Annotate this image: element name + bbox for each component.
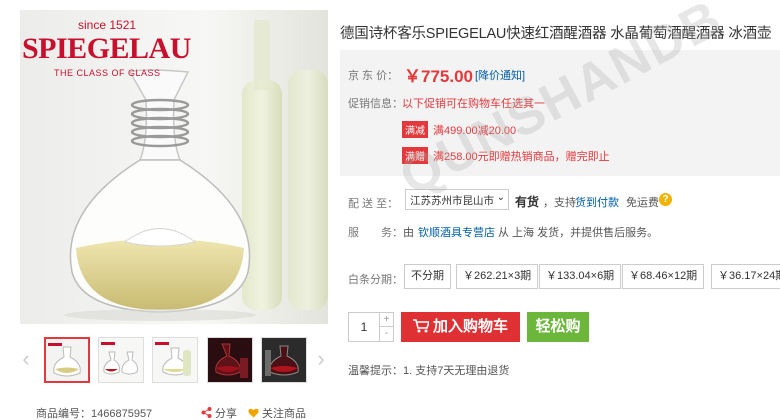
heart-icon: [248, 408, 259, 418]
quantity-input[interactable]: 1: [349, 313, 379, 341]
installment-option-3[interactable]: ￥262.21×3期: [456, 264, 539, 289]
stock-status: 有货: [515, 195, 540, 209]
promo-text: 满258.00元即赠热销商品，赠完即止: [433, 151, 610, 163]
promo-tag: 满减: [402, 121, 428, 138]
quantity-plus-button[interactable]: +: [379, 313, 393, 327]
promo-text: 满499.00减20.00: [433, 125, 517, 137]
follow-label: 关注商品: [262, 408, 306, 420]
share-label: 分享: [215, 408, 237, 420]
easy-buy-button[interactable]: 轻松购: [527, 312, 589, 342]
sku-label: 商品编号：: [36, 408, 91, 420]
installment-label: 白条分期：: [348, 274, 403, 286]
logo-brand: SPIEGELAU: [22, 32, 191, 65]
quantity-stepper: 1 + -: [348, 312, 394, 342]
service-description: 从 上海 发货，并提供售后服务。: [498, 227, 659, 239]
stock-support-text: ，支持: [543, 197, 576, 209]
installment-option-none[interactable]: 不分期: [404, 264, 451, 289]
tips-text: 温馨提示：1. 支持7天无理由退货: [348, 365, 510, 377]
shop-link[interactable]: 钦顺酒具专营店: [418, 224, 495, 240]
thumbnail-2[interactable]: [98, 337, 144, 383]
promo-tag: 满赠: [402, 147, 428, 164]
price-box: 京 东 价： ￥775.00 [降价通知] 促销信息： 以下促销可在购物车任选其…: [340, 50, 780, 176]
share-icon: [201, 407, 212, 418]
cod-link[interactable]: 货到付款: [575, 194, 619, 210]
logo-since: since 1521: [78, 18, 137, 32]
cart-icon: [412, 319, 429, 333]
logo-tagline: THE CLASS OF GLASS: [54, 68, 161, 78]
service-by-text: 由: [403, 227, 414, 239]
promo-label: 促销信息：: [348, 98, 403, 110]
promo-item: 满赠 满258.00元即赠热销商品，赠完即止: [402, 147, 610, 164]
follow-button[interactable]: 关注商品: [248, 405, 306, 420]
price-label: 京 东 价：: [348, 70, 399, 82]
installment-option-24[interactable]: ￥36.17×24期: [711, 264, 780, 289]
thumbnail-1[interactable]: [44, 337, 90, 383]
installment-option-12[interactable]: ￥68.46×12期: [622, 264, 705, 289]
product-meta-bar: 商品编号：1466875957 分享 关注商品: [20, 403, 330, 420]
promo-intro: 以下促销可在购物车任选其一: [402, 98, 545, 110]
sku-line: 商品编号：1466875957: [36, 405, 152, 420]
price-notice-link[interactable]: [降价通知]: [475, 67, 525, 83]
service-label: 服 务：: [348, 227, 403, 239]
region-select[interactable]: 江苏苏州市昆山市 ⌄: [405, 189, 509, 210]
promo-item: 满减 满499.00减20.00: [402, 121, 516, 138]
chevron-down-icon: ⌄: [496, 192, 505, 203]
product-title: 德国诗杯客乐SPIEGELAU快速红酒醒酒器 水晶葡萄酒醒酒器 冰酒壶: [340, 26, 772, 42]
share-button[interactable]: 分享: [201, 405, 237, 420]
thumb-prev-arrow-icon[interactable]: ‹: [20, 347, 32, 371]
add-to-cart-label: 加入购物车: [432, 318, 508, 335]
price-value: ￥775.00: [404, 67, 473, 86]
sku-value: 1466875957: [91, 408, 153, 420]
thumb-next-arrow-icon[interactable]: ›: [315, 347, 327, 371]
add-to-cart-button[interactable]: 加入购物车: [401, 312, 520, 342]
shipping-label: 配 送 至：: [348, 198, 399, 210]
thumbnail-5[interactable]: [261, 337, 307, 383]
main-product-image[interactable]: since 1521 SPIEGELAU THE CLASS OF GLASS: [20, 10, 328, 324]
region-value: 江苏苏州市昆山市: [410, 195, 494, 207]
help-icon[interactable]: ?: [659, 193, 672, 206]
thumbnail-strip: ‹ ›: [20, 333, 328, 389]
free-shipping-text: 免运费: [626, 197, 659, 209]
thumbnail-3[interactable]: [152, 337, 198, 383]
installment-option-6[interactable]: ￥133.04×6期: [539, 264, 622, 289]
quantity-minus-button[interactable]: -: [379, 327, 393, 341]
thumbnail-4[interactable]: [207, 337, 253, 383]
